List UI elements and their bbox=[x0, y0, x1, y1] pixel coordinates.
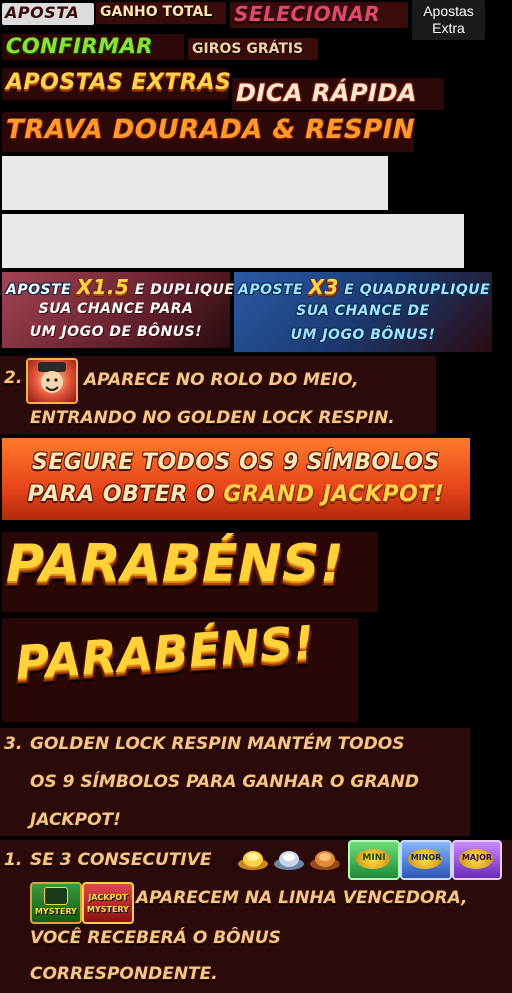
banner-line1: SEGURE TODOS OS 9 SÍMBOLOS bbox=[32, 450, 440, 475]
gold-ingot-icon bbox=[236, 846, 270, 872]
trava-dourada-title: TRAVA DOURADA & RESPIN bbox=[6, 115, 416, 145]
rule-3-number: 3. bbox=[4, 734, 23, 754]
placeholder-bar-1 bbox=[2, 156, 388, 210]
rule-3-line2: OS 9 SÍMBOLOS PARA GANHAR O GRAND bbox=[30, 772, 419, 792]
ganho-total-label: GANHO TOTAL bbox=[100, 4, 213, 20]
bet-card-x3: APOSTE X3 E QUADRUPLIQUE SUA CHANCE DE U… bbox=[234, 272, 492, 352]
dica-rapida-title: DICA RÁPIDA bbox=[236, 79, 417, 107]
fortune-god-icon bbox=[26, 358, 78, 404]
major-badge-icon: MAJOR bbox=[452, 840, 502, 880]
giros-gratis-label: GIROS GRÁTIS bbox=[192, 41, 304, 57]
rule-1-line2: APARECEM NA LINHA VENCEDORA, bbox=[136, 888, 468, 908]
bet-card-x3-line1: APOSTE X3 E QUADRUPLIQUE bbox=[238, 275, 491, 299]
selecionar-label: SELECIONAR bbox=[234, 2, 381, 26]
apostas-extra-label: Apostas Extra bbox=[423, 3, 474, 36]
bet-card-x1-5: APOSTE X1.5 E DUPLIQUE SUA CHANCE PARA U… bbox=[2, 272, 234, 348]
placeholder-bar-2 bbox=[2, 214, 464, 268]
mini-badge-icon: MINI bbox=[348, 840, 400, 880]
grand-jackpot-banner: SEGURE TODOS OS 9 SÍMBOLOS PARA OBTER O … bbox=[2, 438, 470, 520]
rule-3-line3: JACKPOT! bbox=[30, 810, 121, 830]
bet-card-x1-5-line2: SUA CHANCE PARA bbox=[38, 301, 194, 317]
rule-2-number: 2. bbox=[4, 368, 23, 388]
jackpot-mystery-icon: JACKPOT MYSTERY bbox=[82, 882, 134, 924]
rule-1-line3: VOCÊ RECEBERÁ O BÔNUS bbox=[30, 928, 281, 948]
mystery-icon: MYSTERY bbox=[30, 882, 82, 924]
silver-ingot-icon bbox=[272, 846, 306, 872]
rule-1-line1: SE 3 CONSECUTIVE bbox=[30, 850, 212, 870]
minor-badge-icon: MINOR bbox=[400, 840, 452, 880]
rule-1-number: 1. bbox=[4, 850, 23, 870]
rule-2-line2: ENTRANDO NO GOLDEN LOCK RESPIN. bbox=[30, 408, 395, 428]
confirmar-label: CONFIRMAR bbox=[6, 34, 153, 58]
bet-card-x3-line2: SUA CHANCE DE bbox=[296, 303, 430, 319]
rule-1-line4: CORRESPONDENTE. bbox=[30, 964, 218, 984]
bet-multiplier-x1-5: X1.5 bbox=[76, 275, 130, 299]
bet-card-x1-5-line1: APOSTE X1.5 E DUPLIQUE bbox=[6, 275, 235, 299]
bet-card-x3-line3: UM JOGO BÔNUS! bbox=[290, 327, 436, 343]
grand-jackpot-highlight: GRAND JACKPOT! bbox=[223, 482, 445, 507]
bet-card-x1-5-line3: UM JOGO DE BÔNUS! bbox=[29, 324, 203, 340]
apostas-extras-title: APOSTAS EXTRAS bbox=[6, 70, 232, 95]
rule-3-line1: GOLDEN LOCK RESPIN MANTÉM TODOS bbox=[30, 734, 405, 754]
congrats-text-1: PARABÉNS! bbox=[6, 534, 345, 594]
bet-multiplier-x3: X3 bbox=[308, 275, 339, 299]
aposta-label: APOSTA bbox=[5, 3, 80, 22]
rule-2-line1: APARECE NO ROLO DO MEIO, bbox=[84, 370, 359, 390]
bronze-ingot-icon bbox=[308, 846, 342, 872]
banner-line2: PARA OBTER O GRAND JACKPOT! bbox=[27, 482, 445, 507]
